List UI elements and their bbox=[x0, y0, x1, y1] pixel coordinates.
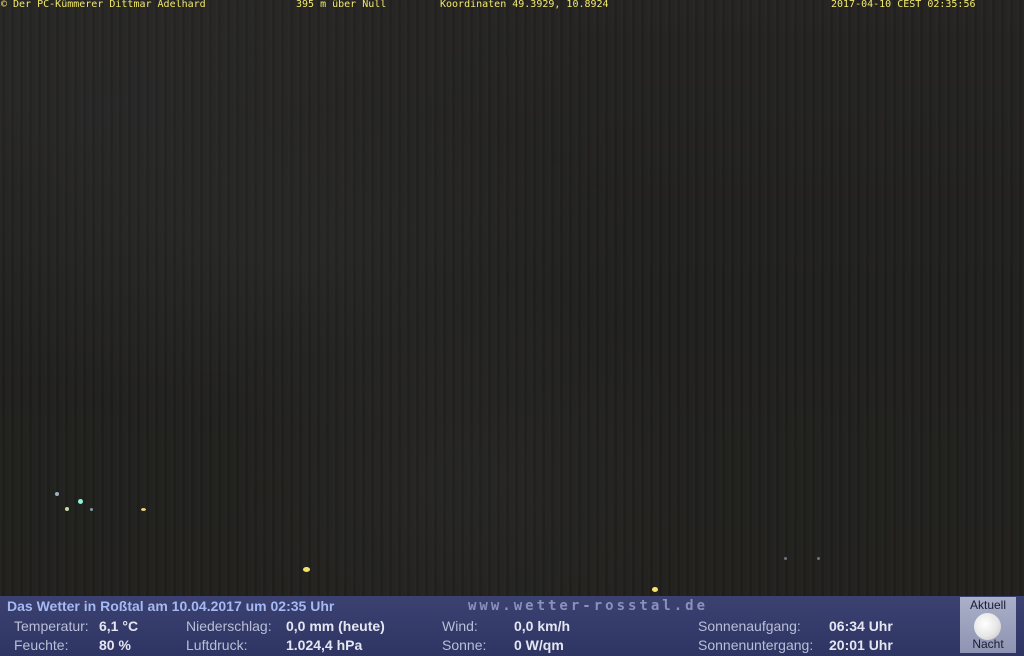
humidity-value: 80 % bbox=[99, 637, 131, 653]
moon-phase-heading: Aktuell bbox=[969, 598, 1007, 612]
moon-phase-status: Nacht bbox=[972, 637, 1004, 651]
light-point bbox=[817, 557, 820, 560]
copyright-text: © Der PC-Kümmerer Dittmar Adelhard bbox=[1, 0, 206, 10]
webcam-image bbox=[0, 0, 1024, 596]
temperature-value: 6,1 °C bbox=[99, 618, 139, 634]
weather-title: Das Wetter in Roßtal am 10.04.2017 um 02… bbox=[7, 598, 335, 614]
sun-label: Sonne: bbox=[442, 637, 487, 653]
moon-phase-box: Aktuell Nacht bbox=[960, 597, 1016, 653]
timestamp-text: 2017-04-10 CEST 02:35:56 bbox=[831, 0, 976, 10]
precipitation-label: Niederschlag: bbox=[186, 618, 272, 634]
precipitation-value: 0,0 mm (heute) bbox=[286, 618, 385, 634]
light-point bbox=[78, 499, 83, 504]
light-point bbox=[55, 492, 59, 496]
sunset-label: Sonnenuntergang: bbox=[698, 637, 814, 653]
sunrise-label: Sonnenaufgang: bbox=[698, 618, 801, 634]
wind-value: 0,0 km/h bbox=[514, 618, 571, 634]
light-point bbox=[303, 567, 310, 572]
wind-label: Wind: bbox=[442, 618, 478, 634]
light-point bbox=[141, 508, 146, 511]
moon-icon bbox=[974, 613, 1001, 640]
light-point bbox=[90, 508, 93, 511]
sunrise-value: 06:34 Uhr bbox=[829, 618, 893, 634]
sun-value: 0 W/qm bbox=[514, 637, 564, 653]
altitude-text: 395 m über Null bbox=[296, 0, 387, 10]
light-point bbox=[652, 587, 658, 592]
temperature-label: Temperatur: bbox=[14, 618, 89, 634]
website-url[interactable]: www.wetter-rosstal.de bbox=[468, 598, 708, 614]
sunset-value: 20:01 Uhr bbox=[829, 637, 893, 653]
light-point bbox=[65, 507, 69, 511]
pressure-label: Luftdruck: bbox=[186, 637, 248, 653]
pressure-value: 1.024,4 hPa bbox=[286, 637, 363, 653]
humidity-label: Feuchte: bbox=[14, 637, 69, 653]
light-point bbox=[784, 557, 787, 560]
camera-info-bar: © Der PC-Kümmerer Dittmar Adelhard 395 m… bbox=[0, 0, 1024, 11]
coordinates-text: Koordinaten 49.3929, 10.8924 bbox=[440, 0, 609, 10]
weather-panel: Das Wetter in Roßtal am 10.04.2017 um 02… bbox=[0, 596, 1024, 656]
